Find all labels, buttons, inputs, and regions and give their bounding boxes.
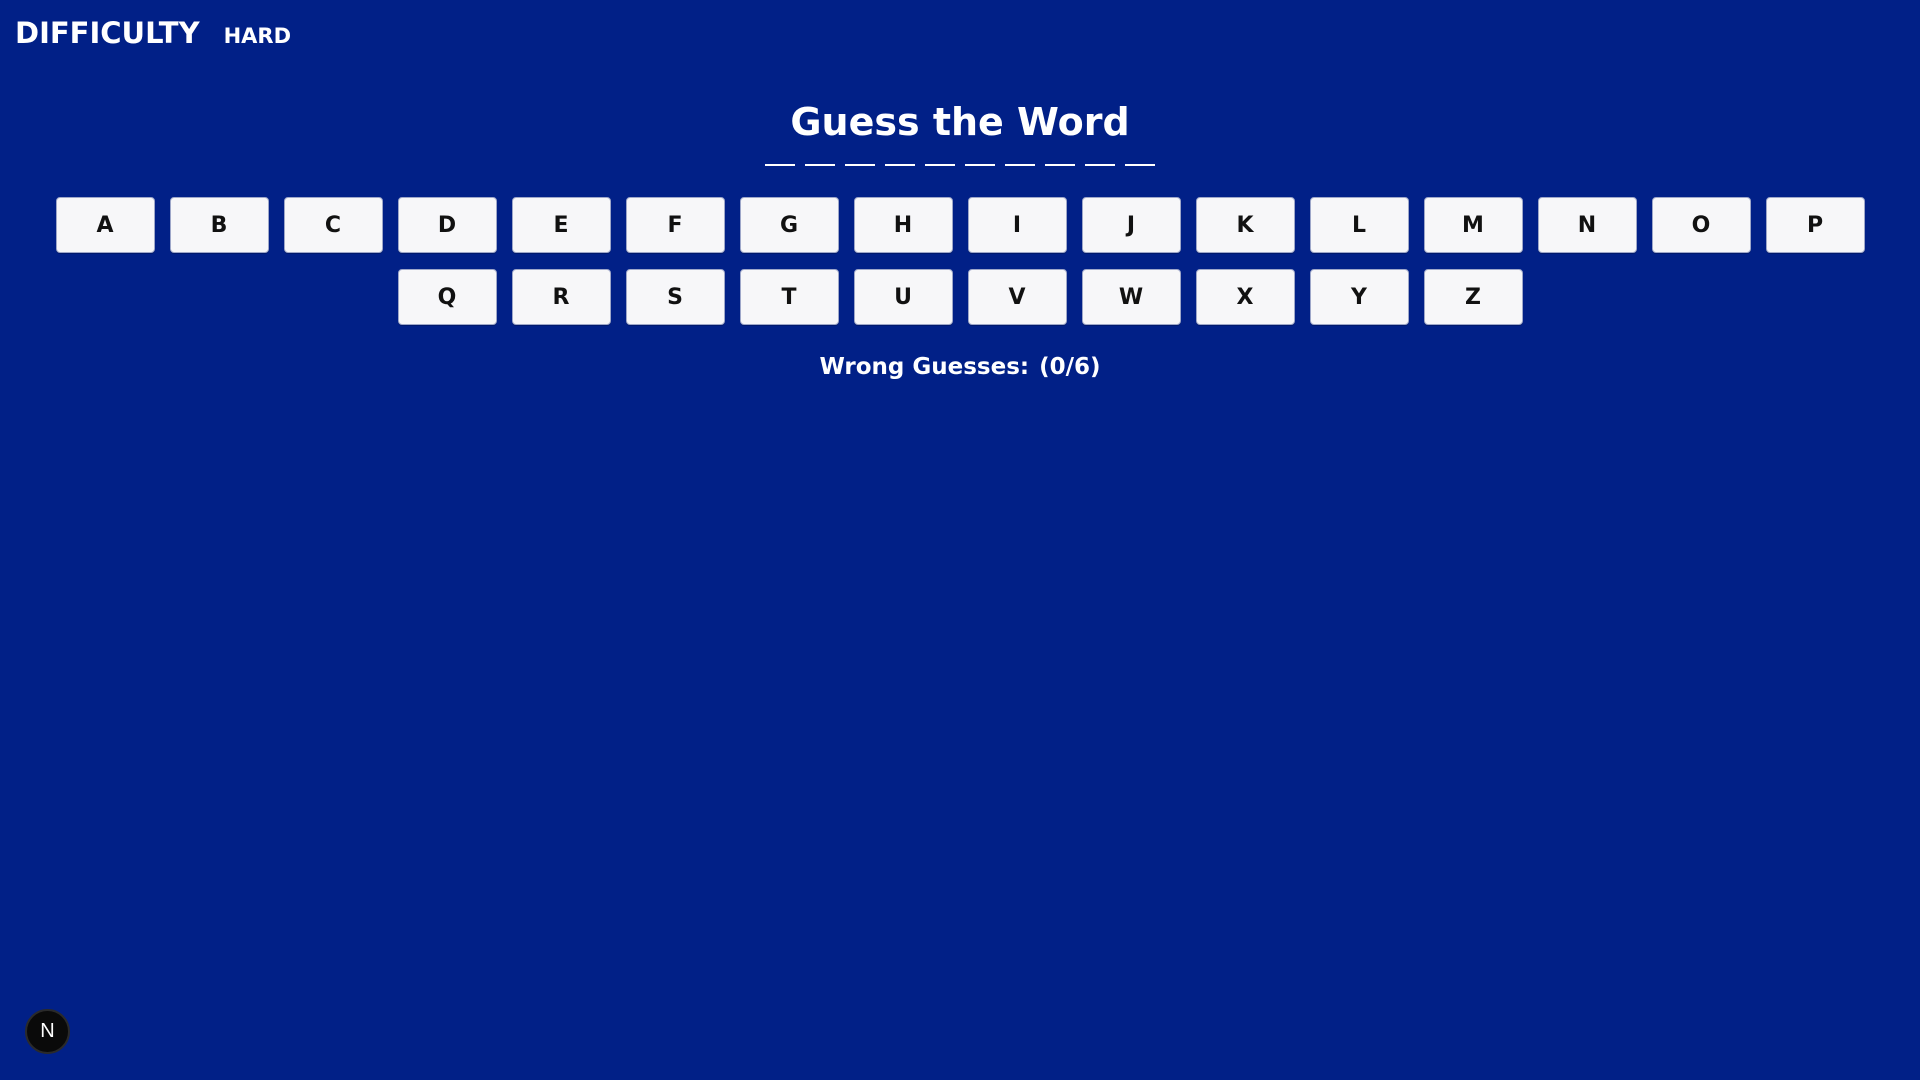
letter-key-r[interactable]: R [511, 269, 611, 325]
difficulty-selector: DIFFICULTY HARD [15, 16, 291, 50]
letter-blank [765, 150, 795, 166]
letter-key-x[interactable]: X [1195, 269, 1295, 325]
letter-key-l[interactable]: L [1309, 197, 1409, 253]
letter-key-k[interactable]: K [1195, 197, 1295, 253]
wrong-guesses: Wrong Guesses: (0/6) [0, 354, 1920, 380]
letter-blank [1005, 150, 1035, 166]
difficulty-value[interactable]: HARD [224, 24, 291, 48]
letter-key-m[interactable]: M [1423, 197, 1523, 253]
letter-key-a[interactable]: A [55, 197, 155, 253]
nextjs-icon[interactable]: N [25, 1009, 70, 1054]
letter-key-e[interactable]: E [511, 197, 611, 253]
letter-key-g[interactable]: G [739, 197, 839, 253]
letter-key-q[interactable]: Q [397, 269, 497, 325]
letter-blank [1045, 150, 1075, 166]
letter-key-t[interactable]: T [739, 269, 839, 325]
letter-key-i[interactable]: I [967, 197, 1067, 253]
letter-key-b[interactable]: B [169, 197, 269, 253]
letter-key-z[interactable]: Z [1423, 269, 1523, 325]
letter-key-h[interactable]: H [853, 197, 953, 253]
letter-blank [1125, 150, 1155, 166]
letter-key-w[interactable]: W [1081, 269, 1181, 325]
letter-key-d[interactable]: D [397, 197, 497, 253]
letter-key-u[interactable]: U [853, 269, 953, 325]
letter-key-s[interactable]: S [625, 269, 725, 325]
nextjs-icon-letter: N [40, 1020, 55, 1042]
letter-blank [925, 150, 955, 166]
letter-blank [1085, 150, 1115, 166]
letter-blank [885, 150, 915, 166]
letter-key-p[interactable]: P [1765, 197, 1865, 253]
letter-blank [805, 150, 835, 166]
letter-key-n[interactable]: N [1537, 197, 1637, 253]
wrong-guesses-label: Wrong Guesses: [819, 354, 1030, 380]
keyboard-row-1: ABCDEFGHIJKLMNOP [48, 197, 1872, 253]
keyboard-row-2: QRSTUVWXYZ [48, 269, 1872, 325]
letter-blank [965, 150, 995, 166]
difficulty-label: DIFFICULTY [15, 16, 200, 50]
word-blanks [0, 150, 1920, 166]
page-title: Guess the Word [790, 100, 1130, 144]
letter-key-v[interactable]: V [967, 269, 1067, 325]
letter-key-c[interactable]: C [283, 197, 383, 253]
letter-key-f[interactable]: F [625, 197, 725, 253]
letter-keyboard: ABCDEFGHIJKLMNOP QRSTUVWXYZ [48, 197, 1872, 341]
letter-key-j[interactable]: J [1081, 197, 1181, 253]
letter-key-o[interactable]: O [1651, 197, 1751, 253]
letter-key-y[interactable]: Y [1309, 269, 1409, 325]
game-page: DIFFICULTY HARD Guess the Word ABCDEFGHI… [0, 0, 1920, 1080]
wrong-guesses-count: (0/6) [1039, 354, 1101, 380]
letter-blank [845, 150, 875, 166]
